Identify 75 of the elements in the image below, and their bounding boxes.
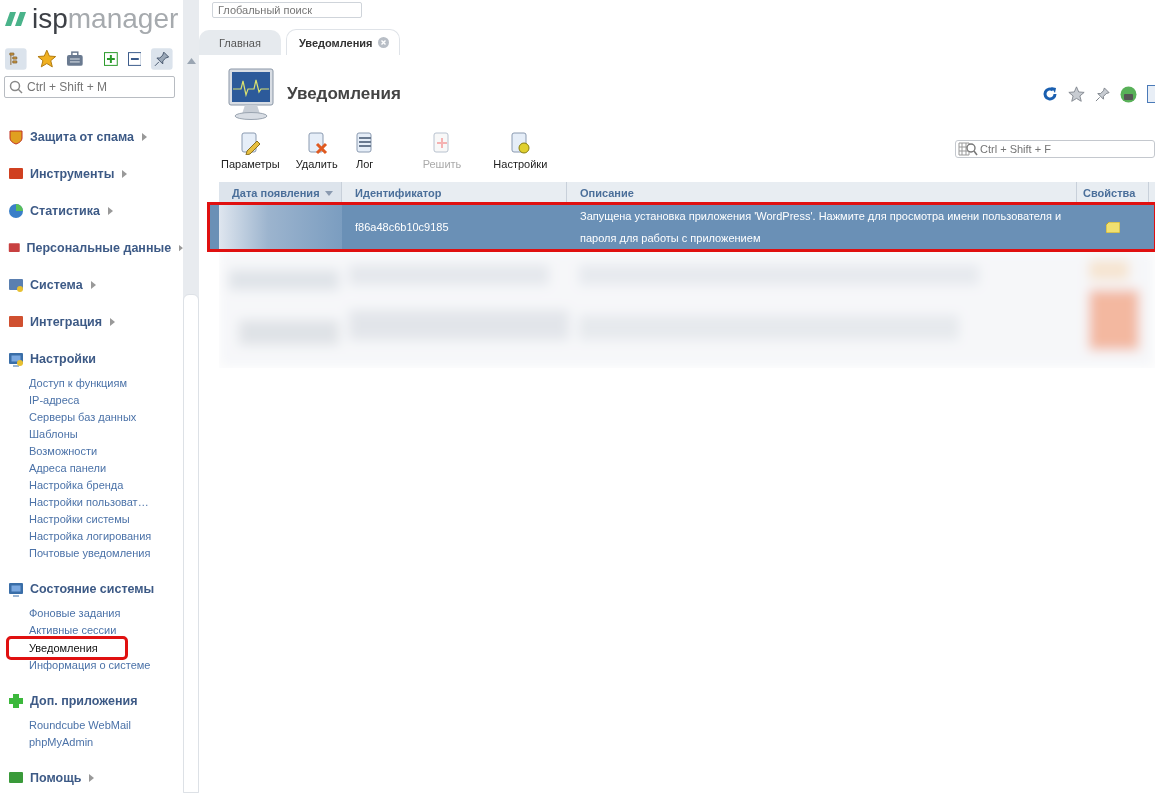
logo: ispmanager <box>0 0 183 34</box>
menu-item[interactable]: Адреса панели <box>29 460 107 477</box>
page-title: Уведомления <box>287 84 401 104</box>
star-icon[interactable] <box>1068 85 1085 103</box>
monitor-icon <box>8 580 24 597</box>
toolbar-button[interactable]: Лог <box>351 131 378 170</box>
collapse-all-icon[interactable] <box>127 52 142 66</box>
caret-icon <box>89 773 95 782</box>
menu-item[interactable]: Roundcube WebMail <box>29 717 131 734</box>
plus-icon <box>8 692 24 709</box>
menu-item[interactable]: Информация о системе <box>29 657 151 674</box>
table-search-icon <box>958 142 978 156</box>
menu-group[interactable]: Статистика <box>0 200 183 221</box>
menu-group[interactable]: Доп. приложения <box>0 690 183 711</box>
menu-item[interactable]: Шаблоны <box>29 426 78 443</box>
menu-item[interactable]: IP-адреса <box>29 392 80 409</box>
monitor-icon <box>227 67 275 121</box>
tab[interactable]: Главная <box>199 30 281 55</box>
menu-group[interactable]: Интеграция <box>0 311 183 332</box>
menu-group[interactable]: Помощь <box>0 767 183 788</box>
note-icon <box>1106 221 1120 233</box>
close-icon[interactable] <box>377 37 389 48</box>
sort-icon <box>324 190 333 196</box>
pie-icon <box>8 202 24 219</box>
expand-all-icon[interactable] <box>103 52 118 66</box>
menu-group[interactable]: Персональные данные <box>0 237 183 258</box>
menu-item[interactable]: Серверы баз данных <box>29 409 137 426</box>
table-cell-text: f86a48c6b10c9185 <box>355 220 449 235</box>
tree-icon[interactable] <box>5 48 27 70</box>
menu-item[interactable]: Почтовые уведомления <box>29 545 151 562</box>
menu-item[interactable]: Уведомления <box>9 639 125 657</box>
menu-item[interactable]: phpMyAdmin <box>29 734 94 751</box>
menu-item[interactable]: Возможности <box>29 443 98 460</box>
briefcase-icon[interactable] <box>66 50 84 68</box>
scroll-up-icon[interactable] <box>186 58 196 64</box>
search-field[interactable]: Ctrl + Shift + M <box>4 76 175 98</box>
refresh-icon[interactable] <box>1042 86 1058 102</box>
toolbar-button[interactable]: Параметры <box>219 131 282 170</box>
toolbar-button[interactable]: Удалить <box>293 131 340 170</box>
settings-icon <box>509 131 532 155</box>
document-icon[interactable] <box>1147 85 1155 103</box>
delete-icon <box>305 131 328 155</box>
tab[interactable]: Уведомления <box>285 29 400 55</box>
menu-item[interactable]: Активные сессии <box>29 622 117 639</box>
globe-icon[interactable] <box>1120 85 1137 103</box>
caret-icon <box>107 206 113 215</box>
menu-item[interactable]: Доступ к функциям <box>29 375 127 392</box>
menu-item[interactable]: Настройки пользоват… <box>29 494 149 511</box>
global-search-field[interactable]: Глобальный поиск <box>212 2 362 18</box>
menu-group[interactable]: Защита от спама <box>0 126 183 147</box>
toolbar-button[interactable]: Настройки <box>491 131 550 170</box>
caret-icon <box>122 169 128 178</box>
menu-item[interactable]: Настройка бренда <box>29 477 124 494</box>
filter-field[interactable]: Ctrl + Shift + F <box>955 140 1155 158</box>
monitor-gear-icon <box>8 350 24 367</box>
menu-item[interactable]: Фоновые задания <box>29 605 121 622</box>
pin-icon[interactable] <box>1095 86 1110 102</box>
star-icon[interactable] <box>36 49 57 69</box>
table-row[interactable]: f86a48c6b10c9185 Запущена установка приложения 'WordPress'. Нажмите для просмотра имени пользователя и пароля для работы с приложением <box>209 204 1155 250</box>
caret-icon <box>110 317 116 326</box>
shield-icon <box>8 128 24 145</box>
caret-icon <box>90 280 96 289</box>
caret-icon <box>141 132 147 141</box>
table-cell-text: Запущена установка приложения 'WordPress'. Нажмите для просмотра имени пользователя и пароля для работы с приложением <box>580 209 1063 246</box>
menu-item[interactable]: Настройки системы <box>29 511 130 528</box>
search-icon <box>9 80 23 94</box>
column-header[interactable]: Дата появления <box>219 182 342 204</box>
menu-group[interactable]: Состояние системы <box>0 578 183 599</box>
menu-group[interactable]: Инструменты <box>0 163 183 184</box>
edit-icon <box>239 131 262 155</box>
menu-group[interactable]: Настройки <box>0 348 183 369</box>
pin-icon[interactable] <box>151 48 173 70</box>
menu-group[interactable]: Система <box>0 274 183 295</box>
menu-item[interactable]: Настройка логирования <box>29 528 152 545</box>
scrollbar-thumb[interactable] <box>183 293 199 793</box>
